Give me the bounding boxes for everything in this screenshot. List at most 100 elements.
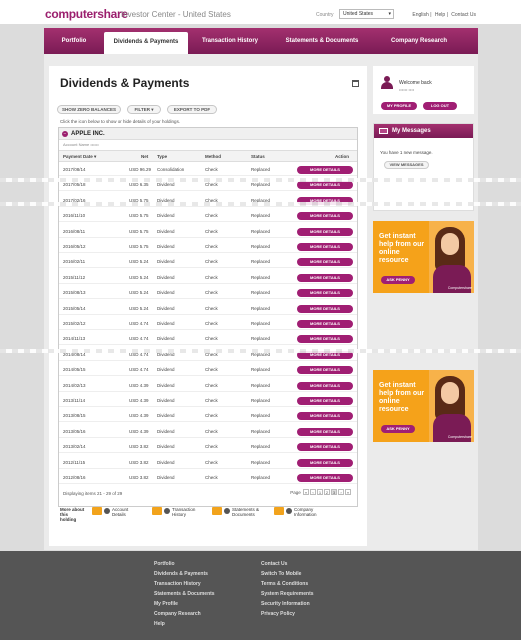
- arrow-icon: [164, 508, 170, 514]
- table-row: 2017/08/14 USD 96.29 Consolidation Check Rep…: [59, 163, 357, 176]
- footer-link[interactable]: Company Research: [154, 611, 215, 621]
- cell-net: USD 5.75: [129, 244, 149, 249]
- tab-dividends-payments[interactable]: Dividends & Payments: [104, 32, 188, 54]
- table-row: 2016/08/11 USD 5.75 Dividend Check Replaced M…: [59, 225, 357, 238]
- arrow-icon: [104, 508, 110, 514]
- tab-portfolio[interactable]: Portfolio: [44, 28, 104, 54]
- company-name: APPLE INC.: [71, 131, 105, 137]
- more-details-button[interactable]: MORE DETAILS: [297, 304, 353, 313]
- footer-link[interactable]: Dividends & Payments: [154, 571, 215, 581]
- page-next[interactable]: ›: [338, 489, 344, 495]
- more-details-button[interactable]: MORE DETAILS: [297, 181, 353, 190]
- footer-link[interactable]: Switch To Mobile: [261, 571, 314, 581]
- footer-link[interactable]: Terms & Conditions: [261, 581, 314, 591]
- show-zero-balances-button[interactable]: SHOW ZERO BALANCES: [57, 105, 121, 114]
- more-details-button[interactable]: MORE DETAILS: [297, 412, 353, 421]
- more-details-button[interactable]: MORE DETAILS: [297, 474, 353, 482]
- log-out-button[interactable]: LOG OUT: [423, 102, 457, 110]
- more-details-button[interactable]: MORE DETAILS: [297, 320, 353, 328]
- link-english[interactable]: English: [412, 12, 428, 18]
- collapse-icon[interactable]: −: [62, 131, 68, 137]
- company-header[interactable]: − APPLE INC.: [59, 128, 357, 140]
- page-1[interactable]: 1: [317, 489, 323, 495]
- cell-type: Dividend: [157, 259, 175, 265]
- cell-payment-date: 2016/02/11: [63, 259, 86, 265]
- ask-penny-ad-2[interactable]: Get instant help from our online resourc…: [373, 370, 474, 442]
- table-row: 2014/11/13 USD 4.74 Dividend Check Replaced M…: [59, 332, 357, 346]
- messages-panel: My Messages You have 1 new message. VIEW…: [373, 123, 474, 211]
- footer-link[interactable]: Portfolio: [154, 561, 215, 571]
- tab-company-research[interactable]: Company Research: [372, 28, 466, 54]
- footer-link[interactable]: My Profile: [154, 601, 215, 611]
- my-profile-button[interactable]: MY PROFILE: [381, 102, 417, 110]
- more-details-button[interactable]: MORE DETAILS: [297, 273, 353, 282]
- tab-statements-documents[interactable]: Statements & Documents: [272, 28, 372, 54]
- footer-link[interactable]: Transaction History: [154, 581, 215, 591]
- footer-link[interactable]: Contact Us: [261, 561, 314, 571]
- view-messages-button[interactable]: VIEW MESSAGES: [384, 161, 429, 169]
- ask-penny-button[interactable]: ASK PENNY: [381, 276, 415, 284]
- ask-penny-ad[interactable]: Get instant help from our online resourc…: [373, 221, 474, 293]
- cell-status: Replaced: [251, 367, 271, 373]
- cell-status: Replaced: [251, 290, 271, 296]
- cell-method: Check: [205, 382, 218, 388]
- print-icon[interactable]: [352, 80, 359, 87]
- footer-link[interactable]: Statements & Documents: [154, 591, 215, 601]
- footer-link[interactable]: Help: [154, 621, 215, 631]
- page-3[interactable]: 3: [331, 489, 337, 495]
- more-details-button[interactable]: MORE DETAILS: [297, 427, 353, 436]
- cell-net: USD 96.29: [129, 167, 152, 172]
- main-nav: Portfolio Dividends & Payments Transacti…: [44, 28, 478, 54]
- table-row: 2013/11/14 USD 4.39 Dividend Check Replaced M…: [59, 394, 357, 407]
- link-help[interactable]: Help: [435, 12, 445, 18]
- cell-status: Replaced: [251, 428, 271, 434]
- page-last[interactable]: »: [345, 489, 351, 495]
- export-pdf-button[interactable]: EXPORT TO PDF: [167, 105, 217, 114]
- footer-link[interactable]: Privacy Policy: [261, 611, 314, 621]
- more-details-button[interactable]: MORE DETAILS: [297, 258, 353, 267]
- table-row: 2014/02/13 USD 4.39 Dividend Check Replaced M…: [59, 379, 357, 392]
- page-prev[interactable]: ‹: [310, 489, 316, 495]
- more-details-button[interactable]: MORE DETAILS: [297, 381, 353, 390]
- more-details-button[interactable]: MORE DETAILS: [297, 366, 353, 375]
- more-details-button[interactable]: MORE DETAILS: [297, 443, 353, 452]
- more-details-button[interactable]: MORE DETAILS: [297, 397, 353, 405]
- country-select[interactable]: United States ▾: [339, 9, 394, 19]
- cell-type: Dividend: [157, 305, 175, 311]
- cell-net: USD 4.39: [129, 428, 149, 434]
- table-row: 2016/02/11 USD 5.24 Dividend Check Replaced M…: [59, 255, 357, 269]
- page-first[interactable]: «: [303, 489, 309, 495]
- cell-payment-date: 2016/05/12: [63, 244, 86, 249]
- computershare-logo[interactable]: computershare: [45, 7, 128, 21]
- penny-avatar-image: [429, 221, 474, 293]
- more-details-button[interactable]: MORE DETAILS: [297, 289, 353, 298]
- cell-status: Replaced: [251, 259, 271, 265]
- welcome-panel: Welcome back •••••• •••• MY PROFILE LOG …: [373, 66, 474, 114]
- cell-type: Dividend: [157, 290, 175, 296]
- cell-type: Dividend: [157, 321, 175, 326]
- more-details-button[interactable]: MORE DETAILS: [297, 212, 353, 221]
- tab-transaction-history[interactable]: Transaction History: [188, 28, 272, 54]
- ask-penny-button[interactable]: ASK PENNY: [381, 425, 415, 433]
- link-contact-us[interactable]: Contact Us: [451, 12, 476, 18]
- col-payment-date[interactable]: Payment Date ▾: [63, 154, 96, 160]
- filter-button[interactable]: FILTER ▾: [127, 105, 161, 114]
- footer-link[interactable]: System Requirements: [261, 591, 314, 601]
- more-details-button[interactable]: MORE DETAILS: [297, 335, 353, 344]
- footer-link[interactable]: Security Information: [261, 601, 314, 611]
- more-details-button[interactable]: MORE DETAILS: [297, 227, 353, 236]
- more-details-button[interactable]: MORE DETAILS: [297, 166, 353, 174]
- cell-status: Replaced: [251, 398, 271, 403]
- more-details-button[interactable]: MORE DETAILS: [297, 458, 353, 467]
- ad-brand: Computershare: [447, 435, 472, 439]
- payments-grid: − APPLE INC. Account Name •••••• Payment…: [58, 127, 358, 507]
- page-2[interactable]: 2: [324, 489, 330, 495]
- cell-status: Replaced: [251, 444, 271, 450]
- cell-type: Dividend: [157, 244, 175, 249]
- more-details-button[interactable]: MORE DETAILS: [297, 243, 353, 251]
- table-row: 2016/05/12 USD 5.75 Dividend Check Replaced M…: [59, 240, 357, 253]
- transaction-history-label: Transaction History: [172, 507, 196, 517]
- cell-status: Replaced: [251, 321, 271, 326]
- footer-col-2: Contact Us Switch To Mobile Terms & Cond…: [261, 561, 314, 621]
- account-icon: [92, 507, 102, 515]
